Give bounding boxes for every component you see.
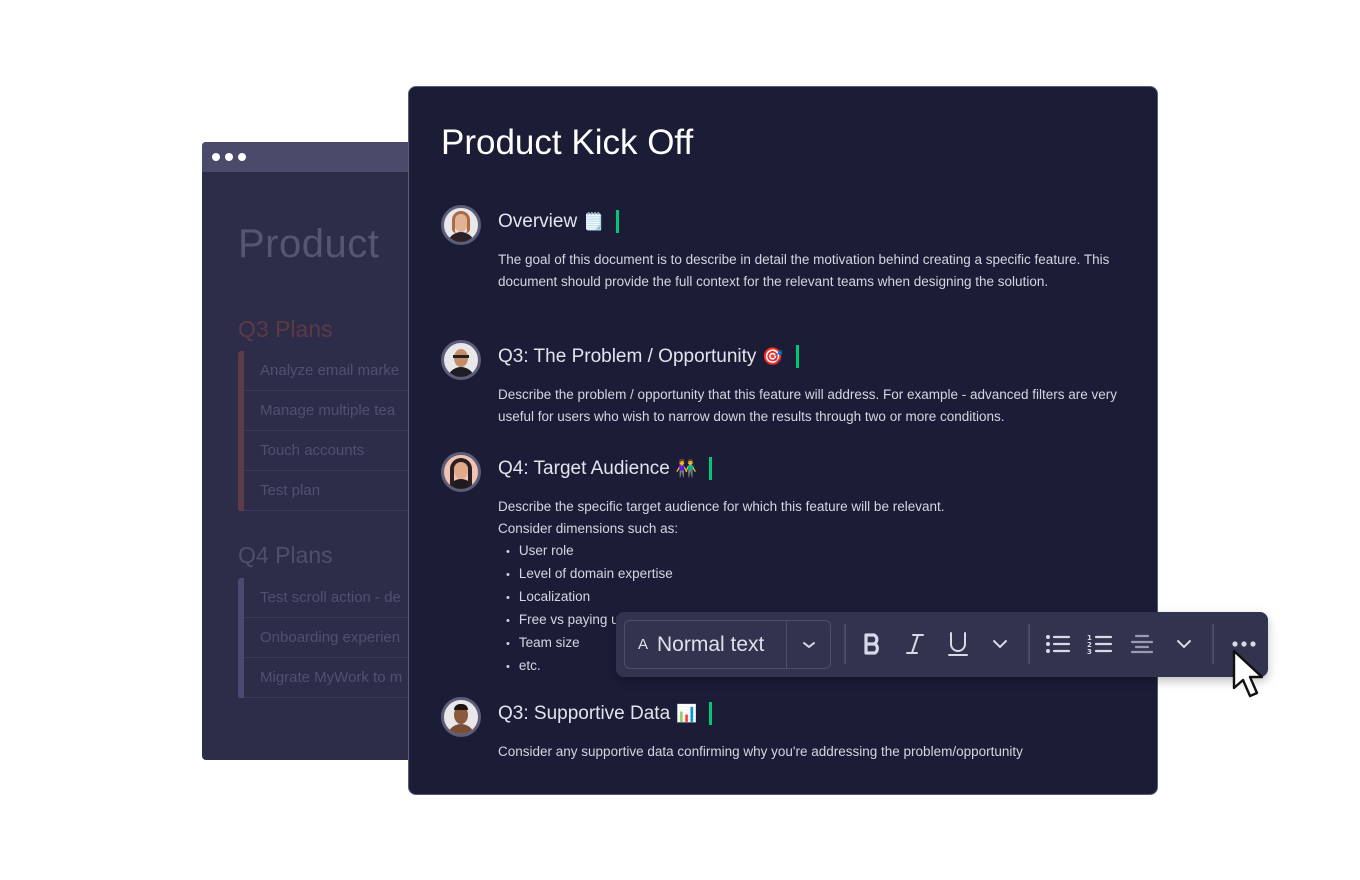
section-body[interactable]: Describe the problem / opportunity that … bbox=[498, 384, 1138, 428]
chevron-down-icon bbox=[993, 640, 1007, 649]
align-center-icon bbox=[1130, 634, 1154, 654]
group-color-bar bbox=[238, 578, 244, 698]
avatar[interactable] bbox=[441, 697, 481, 737]
text-cursor bbox=[795, 345, 799, 368]
numbered-list-icon: 1 2 3 bbox=[1087, 634, 1113, 655]
italic-icon bbox=[906, 634, 924, 654]
numbered-list-button[interactable]: 1 2 3 bbox=[1084, 628, 1116, 660]
list-item: Localization bbox=[506, 586, 1138, 609]
text-style-dropdown[interactable]: A Normal text bbox=[624, 620, 831, 669]
more-format-dropdown[interactable] bbox=[984, 628, 1016, 660]
italic-button[interactable] bbox=[899, 628, 931, 660]
group-title-q4[interactable]: Q4 Plans bbox=[238, 542, 333, 569]
list-item: User role bbox=[506, 540, 1138, 563]
target-icon: 🎯 bbox=[762, 346, 784, 366]
avatar[interactable] bbox=[441, 452, 481, 492]
document-title[interactable]: Product Kick Off bbox=[441, 123, 693, 163]
chevron-down-icon bbox=[1177, 640, 1191, 649]
window-titlebar bbox=[202, 142, 442, 172]
section-heading[interactable]: Q3: Supportive Data 📊 bbox=[498, 702, 713, 725]
body-line: Describe the specific target audience fo… bbox=[498, 499, 945, 514]
board-title: Product bbox=[238, 222, 380, 266]
section-body[interactable]: The goal of this document is to describe… bbox=[498, 249, 1138, 293]
bullet-list-button[interactable] bbox=[1042, 628, 1074, 660]
group-color-bar bbox=[238, 351, 244, 511]
background-board-window: Product Q3 Plans Analyze email marke Man… bbox=[202, 142, 442, 760]
bar-chart-icon: 📊 bbox=[676, 703, 698, 723]
mouse-pointer-icon bbox=[1230, 648, 1272, 708]
notepad-icon: 🗒️ bbox=[583, 211, 605, 231]
more-dots-icon bbox=[1232, 641, 1256, 647]
section-heading[interactable]: Overview 🗒️ bbox=[498, 210, 620, 233]
avatar[interactable] bbox=[441, 340, 481, 380]
chevron-down-icon bbox=[802, 641, 815, 648]
text-style-icon: A bbox=[638, 636, 649, 653]
text-cursor bbox=[709, 457, 712, 480]
text-style-value: Normal text bbox=[657, 632, 765, 656]
group-title-q3[interactable]: Q3 Plans bbox=[238, 316, 333, 343]
document-card: Product Kick Off Overview 🗒️ The goal of… bbox=[408, 86, 1158, 795]
section-heading-text: Q3: Supportive Data bbox=[498, 702, 671, 724]
underline-icon bbox=[948, 632, 968, 656]
align-center-button[interactable] bbox=[1126, 628, 1158, 660]
section-heading-text: Q4: Target Audience bbox=[498, 457, 670, 479]
bullet-list-icon bbox=[1046, 635, 1071, 653]
text-style-chevron-button[interactable] bbox=[786, 621, 830, 668]
bold-button[interactable] bbox=[857, 628, 889, 660]
section-heading[interactable]: Q4: Target Audience 👫 bbox=[498, 457, 712, 480]
toolbar-divider bbox=[1028, 624, 1030, 664]
underline-button[interactable] bbox=[942, 628, 974, 660]
window-dot-icon[interactable] bbox=[238, 153, 246, 161]
toolbar-divider bbox=[844, 624, 846, 664]
formatting-toolbar: A Normal text 1 2 3 bbox=[616, 612, 1268, 677]
section-heading[interactable]: Q3: The Problem / Opportunity 🎯 bbox=[498, 345, 799, 368]
text-cursor bbox=[616, 210, 620, 233]
section-body[interactable]: Consider any supportive data confirming … bbox=[498, 741, 1138, 763]
toolbar-divider bbox=[1212, 624, 1214, 664]
more-align-dropdown[interactable] bbox=[1168, 628, 1200, 660]
couple-icon: 👫 bbox=[675, 458, 697, 478]
svg-text:3: 3 bbox=[1087, 648, 1092, 655]
window-dot-icon[interactable] bbox=[212, 153, 220, 161]
text-style-label: A Normal text bbox=[625, 633, 786, 657]
body-line: Consider dimensions such as: bbox=[498, 521, 679, 536]
section-heading-text: Overview bbox=[498, 210, 578, 232]
avatar[interactable] bbox=[441, 205, 481, 245]
section-heading-text: Q3: The Problem / Opportunity bbox=[498, 345, 757, 367]
text-cursor bbox=[709, 702, 713, 725]
window-dot-icon[interactable] bbox=[225, 153, 233, 161]
bold-icon bbox=[864, 633, 879, 655]
list-item: Level of domain expertise bbox=[506, 563, 1138, 586]
